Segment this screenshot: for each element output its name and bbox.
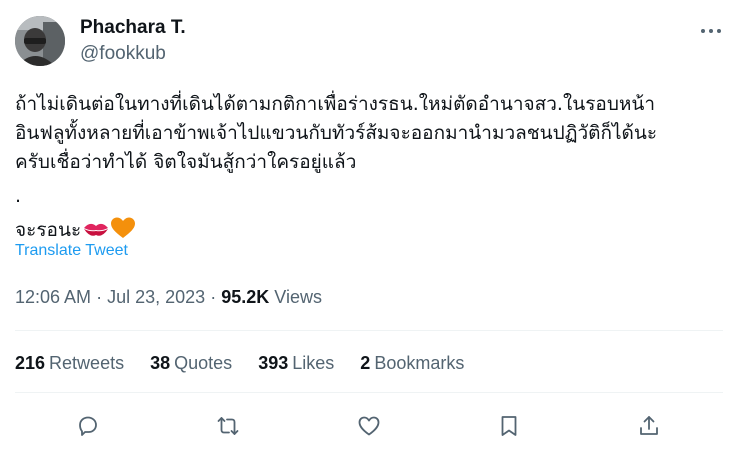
- user-handle[interactable]: @fookkub: [80, 42, 166, 66]
- tweet-text: ถ้าไม่เดินต่อในทางที่เดินได้ตามกติกาเพื่…: [15, 90, 725, 248]
- retweets-stat[interactable]: 216 Retweets: [15, 350, 124, 376]
- divider: [15, 392, 723, 393]
- quotes-stat[interactable]: 38 Quotes: [150, 350, 232, 376]
- tweet-stats: 216 Retweets 38 Quotes 393 Likes 2 Bookmarks: [15, 350, 485, 376]
- tweet-card: Phachara T. @fookkub ถ้าไม่เดินต่อในทางท…: [0, 0, 736, 450]
- translate-tweet-link[interactable]: Translate Tweet: [15, 242, 128, 260]
- likes-count: 393: [258, 353, 289, 373]
- bookmarks-count: 2: [360, 353, 371, 373]
- likes-stat[interactable]: 393 Likes: [258, 350, 334, 376]
- tweet-date[interactable]: Jul 23, 2023: [107, 287, 205, 307]
- views-count: 95.2K: [221, 287, 270, 307]
- display-name[interactable]: Phachara T.: [80, 16, 186, 40]
- bookmarks-stat[interactable]: 2 Bookmarks: [360, 350, 464, 376]
- share-icon[interactable]: [629, 406, 669, 446]
- meta-separator: ·: [210, 287, 217, 307]
- tweet-line: อินฟลูทั้งหลายที่เอาข้าพเจ้าไปแขวนกับทัว…: [15, 122, 658, 144]
- quotes-count: 38: [150, 353, 171, 373]
- retweets-label: Retweets: [49, 353, 125, 373]
- bookmark-icon[interactable]: [489, 406, 529, 446]
- avatar[interactable]: [15, 16, 65, 66]
- action-bar: [0, 406, 736, 446]
- tweet-line: .: [15, 185, 22, 207]
- retweet-icon[interactable]: [208, 406, 248, 446]
- quotes-label: Quotes: [174, 353, 233, 373]
- tweet-line: จะรอนะ: [15, 219, 82, 241]
- reply-icon[interactable]: [68, 406, 108, 446]
- divider: [15, 330, 723, 331]
- tweet-time[interactable]: 12:06 AM: [15, 287, 91, 307]
- likes-label: Likes: [292, 353, 335, 373]
- tweet-meta: 12:06 AM · Jul 23, 2023 · 95.2K Views: [15, 285, 322, 309]
- tweet-line: ครับเชื่อว่าทำได้ จิตใจมันสู้กว่าใครอยู่…: [15, 151, 357, 173]
- heart-icon[interactable]: [349, 406, 389, 446]
- bookmarks-label: Bookmarks: [374, 353, 465, 373]
- retweets-count: 216: [15, 353, 46, 373]
- meta-separator: ·: [96, 287, 103, 307]
- more-icon[interactable]: [694, 14, 728, 48]
- tweet-line: ถ้าไม่เดินต่อในทางที่เดินได้ตามกติกาเพื่…: [15, 93, 656, 115]
- views-label: Views: [274, 287, 322, 307]
